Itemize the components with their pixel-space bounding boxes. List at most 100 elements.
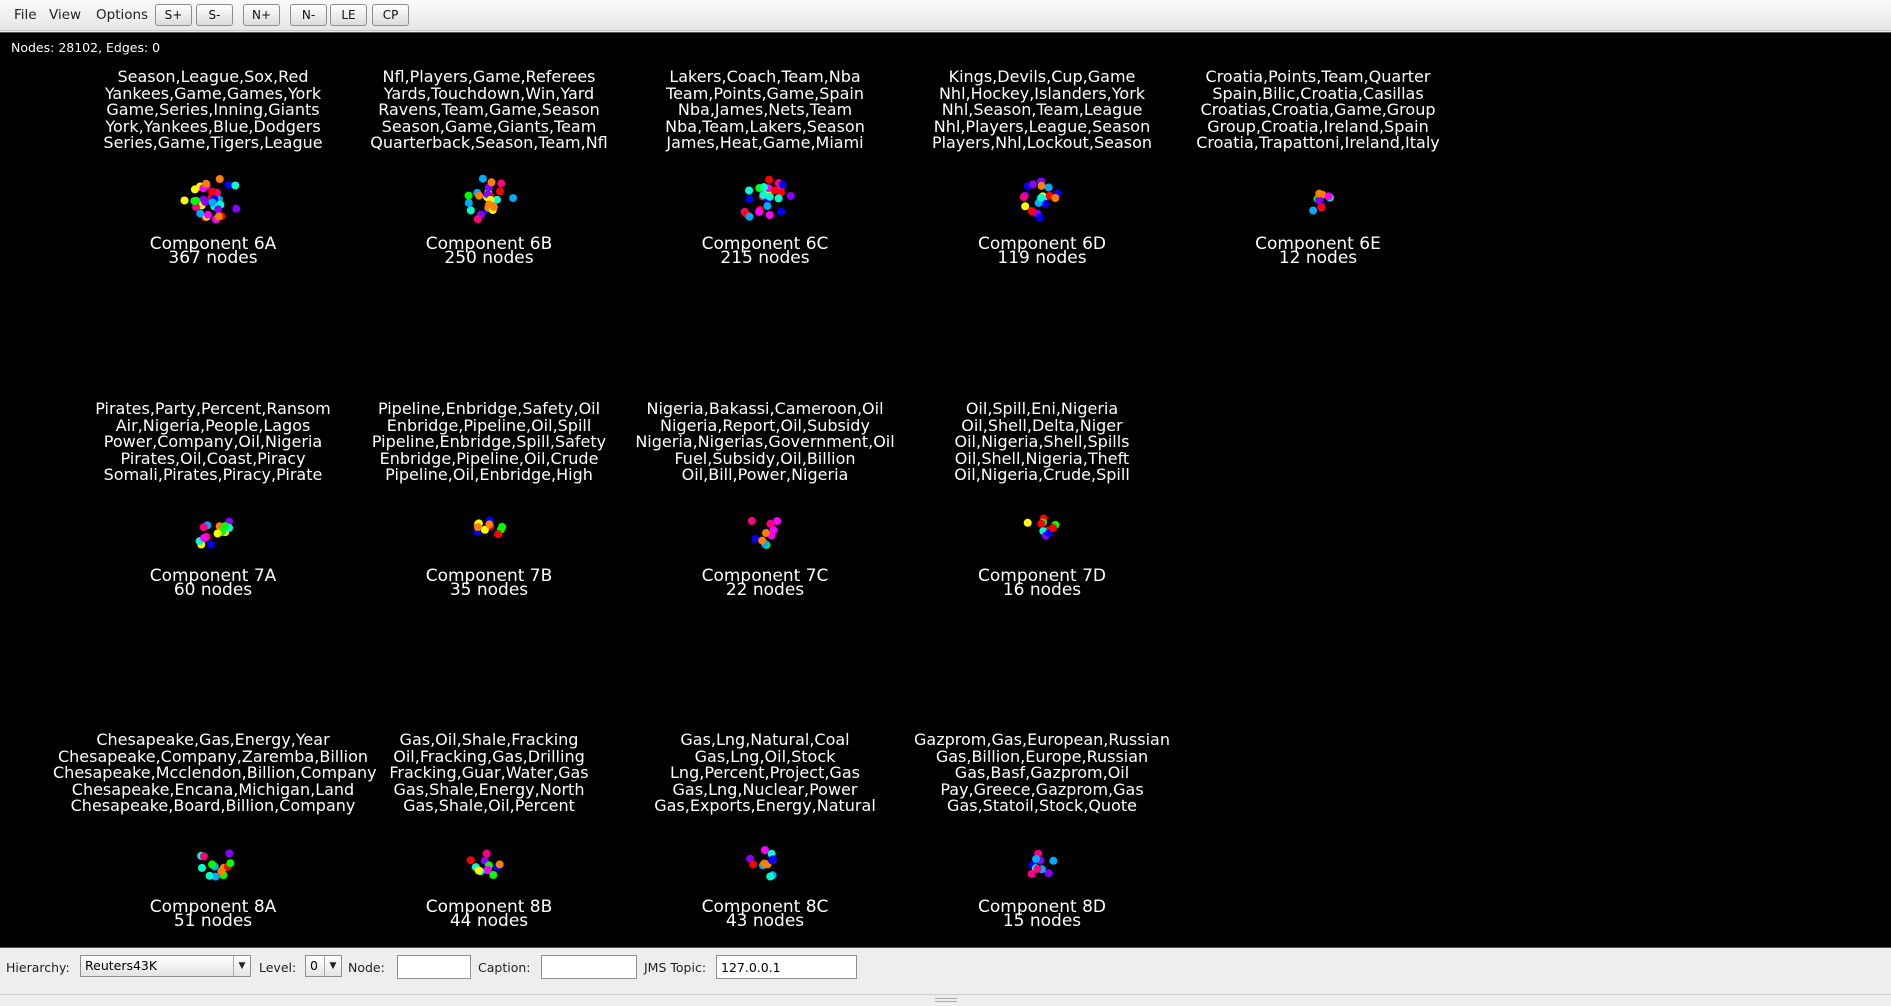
graph-node[interactable] bbox=[1036, 213, 1044, 222]
component-card[interactable]: Nigeria,Bakassi,Cameroon,Oil Nigeria,Repo… bbox=[625, 400, 905, 601]
graph-node[interactable] bbox=[496, 187, 504, 196]
graph-node[interactable] bbox=[199, 852, 208, 861]
graph-node[interactable] bbox=[763, 202, 772, 210]
graph-node[interactable] bbox=[1324, 192, 1333, 201]
component-card[interactable]: Pipeline,Enbridge,Safety,Oil Enbridge,Pip… bbox=[349, 400, 629, 601]
menu-file[interactable]: File bbox=[14, 7, 37, 23]
graph-node[interactable] bbox=[1027, 207, 1036, 216]
graph-node[interactable] bbox=[1051, 194, 1060, 202]
graph-node[interactable] bbox=[1032, 855, 1041, 863]
le-button[interactable]: LE bbox=[330, 4, 367, 26]
graph-node[interactable] bbox=[202, 179, 211, 188]
graph-node[interactable] bbox=[758, 536, 767, 545]
graph-node[interactable] bbox=[765, 175, 774, 184]
graph-node[interactable] bbox=[1049, 856, 1058, 865]
component-card[interactable]: Gazprom,Gas,European,Russian Gas,Billion,… bbox=[902, 731, 1182, 932]
graph-node[interactable] bbox=[766, 872, 775, 881]
graph-node[interactable] bbox=[494, 530, 503, 539]
graph-node[interactable] bbox=[1049, 524, 1058, 532]
graph-node[interactable] bbox=[199, 523, 208, 532]
graph-node[interactable] bbox=[745, 186, 754, 195]
graph-node[interactable] bbox=[1317, 203, 1326, 212]
graph-node[interactable] bbox=[770, 186, 779, 195]
graph-node[interactable] bbox=[225, 849, 234, 858]
graph-node[interactable] bbox=[1037, 519, 1046, 528]
graph-node[interactable] bbox=[745, 212, 754, 221]
resize-grip-icon[interactable] bbox=[935, 998, 957, 1002]
graph-node[interactable] bbox=[755, 207, 764, 216]
graph-node[interactable] bbox=[769, 855, 778, 864]
graph-node[interactable] bbox=[1021, 202, 1030, 211]
graph-canvas[interactable]: Nodes: 28102, Edges: 0 Season,League,Sox… bbox=[0, 32, 1891, 948]
graph-node[interactable] bbox=[226, 859, 235, 868]
graph-node[interactable] bbox=[1028, 180, 1037, 189]
scale-up-button[interactable]: S+ bbox=[155, 4, 192, 26]
graph-node[interactable] bbox=[203, 210, 212, 219]
graph-node[interactable] bbox=[464, 198, 473, 207]
graph-node[interactable] bbox=[466, 856, 475, 865]
graph-node[interactable] bbox=[224, 181, 233, 189]
graph-node[interactable] bbox=[217, 867, 226, 876]
graph-node[interactable] bbox=[1315, 189, 1324, 198]
graph-node[interactable] bbox=[214, 205, 223, 214]
caption-field[interactable] bbox=[541, 955, 637, 979]
component-card[interactable]: Kings,Devils,Cup,Game Nhl,Hockey,Islander… bbox=[902, 68, 1182, 269]
graph-node[interactable] bbox=[232, 204, 241, 213]
cp-button[interactable]: CP bbox=[372, 4, 409, 26]
component-card[interactable]: Croatia,Points,Team,Quarter Spain,Bilic,C… bbox=[1178, 68, 1458, 269]
component-card[interactable]: Season,League,Sox,Red Yankees,Game,Games,… bbox=[73, 68, 353, 269]
graph-node[interactable] bbox=[196, 209, 205, 218]
graph-node[interactable] bbox=[765, 211, 774, 219]
node-increase-button[interactable]: N+ bbox=[243, 4, 280, 26]
graph-node[interactable] bbox=[200, 534, 209, 542]
graph-node[interactable] bbox=[205, 871, 214, 880]
scale-down-button[interactable]: S- bbox=[196, 4, 233, 26]
graph-node[interactable] bbox=[1037, 193, 1046, 202]
graph-node[interactable] bbox=[762, 529, 770, 537]
graph-node[interactable] bbox=[487, 178, 496, 187]
graph-node[interactable] bbox=[201, 197, 210, 206]
graph-node[interactable] bbox=[766, 519, 775, 528]
graph-node[interactable] bbox=[774, 194, 783, 203]
component-card[interactable]: Gas,Oil,Shale,Fracking Oil,Fracking,Gas,D… bbox=[349, 731, 629, 932]
component-card[interactable]: Chesapeake,Gas,Energy,Year Chesapeake,Com… bbox=[53, 731, 377, 932]
graph-node[interactable] bbox=[474, 866, 483, 875]
component-card[interactable]: Gas,Lng,Natural,Coal Gas,Lng,Oil,Stock Lng… bbox=[625, 731, 905, 932]
graph-node[interactable] bbox=[1037, 181, 1046, 190]
graph-node[interactable] bbox=[485, 200, 494, 209]
graph-node[interactable] bbox=[760, 183, 768, 192]
graph-node[interactable] bbox=[208, 198, 217, 207]
graph-node[interactable] bbox=[231, 181, 240, 190]
graph-node[interactable] bbox=[1044, 869, 1053, 878]
graph-node[interactable] bbox=[473, 523, 482, 532]
graph-node[interactable] bbox=[1309, 206, 1318, 215]
graph-node[interactable] bbox=[464, 191, 473, 200]
graph-node[interactable] bbox=[1023, 518, 1032, 527]
graph-node[interactable] bbox=[213, 529, 222, 538]
graph-node[interactable] bbox=[198, 863, 206, 872]
hierarchy-select[interactable]: Reuters43K ▼ bbox=[80, 955, 251, 977]
graph-node[interactable] bbox=[208, 187, 217, 196]
graph-node[interactable] bbox=[485, 520, 494, 529]
graph-node[interactable] bbox=[498, 522, 507, 531]
graph-node[interactable] bbox=[777, 207, 786, 216]
graph-node[interactable] bbox=[1019, 193, 1028, 202]
graph-node[interactable] bbox=[215, 175, 224, 183]
menu-options[interactable]: Options bbox=[96, 7, 148, 23]
level-select[interactable]: 0 ▼ bbox=[305, 955, 342, 977]
graph-node[interactable] bbox=[509, 194, 518, 203]
graph-node[interactable] bbox=[190, 197, 199, 205]
graph-node[interactable] bbox=[751, 534, 760, 543]
graph-node[interactable] bbox=[759, 191, 768, 199]
graph-node[interactable] bbox=[495, 860, 504, 869]
graph-node[interactable] bbox=[497, 179, 506, 188]
graph-node[interactable] bbox=[475, 191, 484, 200]
graph-node[interactable] bbox=[749, 860, 758, 869]
component-card[interactable]: Nfl,Players,Game,Referees Yards,Touchdown… bbox=[349, 68, 629, 269]
graph-node[interactable] bbox=[1044, 183, 1053, 192]
component-card[interactable]: Lakers,Coach,Team,Nba Team,Points,Game,Sp… bbox=[625, 68, 905, 269]
graph-node[interactable] bbox=[214, 212, 223, 221]
node-decrease-button[interactable]: N- bbox=[290, 4, 327, 26]
graph-node[interactable] bbox=[483, 865, 492, 874]
graph-node[interactable] bbox=[482, 849, 491, 858]
